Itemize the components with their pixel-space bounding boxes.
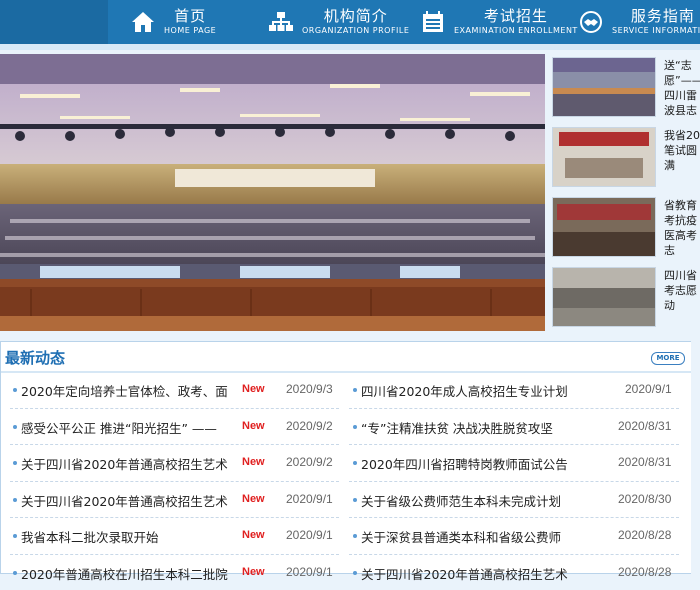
calendar-icon <box>420 9 446 35</box>
new-badge: New <box>242 456 265 468</box>
bullet-icon <box>13 534 17 538</box>
side-news-title: 四川省考志愿动 <box>664 268 700 328</box>
home-icon <box>130 9 156 35</box>
side-news-item[interactable]: 我省20笔试圆满 <box>549 124 700 188</box>
side-news-thumbnail <box>552 267 656 327</box>
news-title: 2020年四川省招聘特岗教师面试公告 <box>361 454 586 473</box>
news-date: 2020/9/1 <box>286 528 333 542</box>
news-date: 2020/9/2 <box>286 455 333 469</box>
nav-exam-label: 考试招生 <box>454 9 578 24</box>
side-news-title: 我省20笔试圆满 <box>664 128 700 188</box>
news-title: 关于四川省2020年普通高校招生艺术 <box>361 564 586 583</box>
news-row[interactable]: 关于四川省2020年普通高校招生艺术 2020/8/28 <box>349 555 679 590</box>
new-badge: New <box>242 420 265 432</box>
org-chart-icon <box>268 9 294 35</box>
news-column-left: 2020年定向培养士官体检、政考、面 New 2020/9/3 感受公平公正 推… <box>1 372 339 590</box>
news-row[interactable]: 关于四川省2020年普通高校招生艺术 New 2020/9/2 <box>10 445 339 482</box>
news-title: 2020年定向培养士官体检、政考、面 <box>21 381 241 400</box>
bullet-icon <box>353 461 357 465</box>
bullet-icon <box>13 571 17 575</box>
logo-area <box>0 0 108 44</box>
new-badge: New <box>242 529 265 541</box>
bullet-icon <box>13 388 17 392</box>
nav-organization-sub: ORGANIZATION PROFILE <box>302 27 409 35</box>
nav-home-sub: HOME PAGE <box>164 27 216 35</box>
news-row[interactable]: 2020年普通高校在川招生本科二批院 New 2020/9/1 <box>10 555 339 590</box>
side-news-thumbnail <box>552 197 656 257</box>
news-row[interactable]: 四川省2020年成人高校招生专业计划 2020/9/1 <box>349 372 679 409</box>
news-date: 2020/9/1 <box>625 382 672 396</box>
news-title: 我省本科二批次录取开始 <box>21 527 241 546</box>
news-row[interactable]: 2020年定向培养士官体检、政考、面 New 2020/9/3 <box>10 372 339 409</box>
news-header: 最新动态 MORE <box>1 342 691 373</box>
side-news-list: 送“志愿”——四川雷波县志愿公 我省20笔试圆满 省教育考抗疫医高考志 四川省考… <box>549 54 700 331</box>
bullet-icon <box>13 425 17 429</box>
news-date: 2020/8/31 <box>618 419 671 433</box>
news-title: 关于四川省2020年普通高校招生艺术 <box>21 491 241 510</box>
nav-home-label: 首页 <box>164 9 216 24</box>
news-title: 2020年普通高校在川招生本科二批院 <box>21 564 241 583</box>
news-row[interactable]: 我省本科二批次录取开始 New 2020/9/1 <box>10 518 339 555</box>
news-row[interactable]: 关于四川省2020年普通高校招生艺术 New 2020/9/1 <box>10 482 339 519</box>
side-news-title: 送“志愿”——四川雷波县志愿公 <box>664 58 700 118</box>
nav-organization-label: 机构简介 <box>302 9 409 24</box>
news-row[interactable]: 关于省级公费师范生本科未完成计划 2020/8/30 <box>349 482 679 519</box>
nav-organization[interactable]: 机构简介 ORGANIZATION PROFILE <box>268 0 409 44</box>
latest-news-panel: 最新动态 MORE 2020年定向培养士官体检、政考、面 New 2020/9/… <box>0 341 691 574</box>
bullet-icon <box>353 498 357 502</box>
nav-service-label: 服务指南 <box>612 9 700 24</box>
news-row[interactable]: 2020年四川省招聘特岗教师面试公告 2020/8/31 <box>349 445 679 482</box>
news-title: 关于省级公费师范生本科未完成计划 <box>361 491 586 510</box>
side-news-thumbnail <box>552 127 656 187</box>
news-date: 2020/8/31 <box>618 455 671 469</box>
bullet-icon <box>353 425 357 429</box>
side-news-thumbnail <box>552 57 656 117</box>
news-title: 四川省2020年成人高校招生专业计划 <box>361 381 586 400</box>
side-news-item[interactable]: 送“志愿”——四川雷波县志愿公 <box>549 54 700 118</box>
news-date: 2020/9/2 <box>286 419 333 433</box>
nav-service-sub: SERVICE INFORMATION <box>612 27 700 35</box>
bullet-icon <box>353 571 357 575</box>
side-news-item[interactable]: 四川省考志愿动 <box>549 264 700 328</box>
side-news-item[interactable]: 省教育考抗疫医高考志 <box>549 194 700 258</box>
nav-exam-sub: EXAMINATION ENROLLMENT <box>454 27 578 35</box>
news-column-right: 四川省2020年成人高校招生专业计划 2020/9/1 “专”注精准扶贫 决战决… <box>349 372 679 590</box>
news-date: 2020/9/3 <box>286 382 333 396</box>
handshake-icon <box>578 9 604 35</box>
nav-service[interactable]: 服务指南 SERVICE INFORMATION <box>578 0 700 44</box>
news-date: 2020/8/30 <box>618 492 671 506</box>
more-button[interactable]: MORE <box>651 352 685 365</box>
new-badge: New <box>242 493 265 505</box>
news-date: 2020/9/1 <box>286 492 333 506</box>
hero-banner-image[interactable] <box>0 54 545 331</box>
news-row[interactable]: “专”注精准扶贫 决战决胜脱贫攻坚 2020/8/31 <box>349 409 679 446</box>
side-news-title: 省教育考抗疫医高考志 <box>664 198 700 258</box>
nav-exam[interactable]: 考试招生 EXAMINATION ENROLLMENT <box>420 0 578 44</box>
bullet-icon <box>13 498 17 502</box>
news-title: “专”注精准扶贫 决战决胜脱贫攻坚 <box>361 418 586 437</box>
news-section-title: 最新动态 <box>5 347 65 368</box>
top-nav: 首页 HOME PAGE 机构简介 ORGANIZATION PROFILE 考试招… <box>0 0 700 44</box>
nav-underline <box>0 44 700 50</box>
bullet-icon <box>353 388 357 392</box>
bullet-icon <box>13 461 17 465</box>
bullet-icon <box>353 534 357 538</box>
news-date: 2020/8/28 <box>618 528 671 542</box>
news-title: 关于四川省2020年普通高校招生艺术 <box>21 454 241 473</box>
nav-home[interactable]: 首页 HOME PAGE <box>130 0 216 44</box>
news-row[interactable]: 感受公平公正 推进“阳光招生” —— New 2020/9/2 <box>10 409 339 446</box>
new-badge: New <box>242 383 265 395</box>
news-title: 感受公平公正 推进“阳光招生” —— <box>21 418 241 437</box>
news-row[interactable]: 关于深贫县普通类本科和省级公费师 2020/8/28 <box>349 518 679 555</box>
news-title: 关于深贫县普通类本科和省级公费师 <box>361 527 586 546</box>
